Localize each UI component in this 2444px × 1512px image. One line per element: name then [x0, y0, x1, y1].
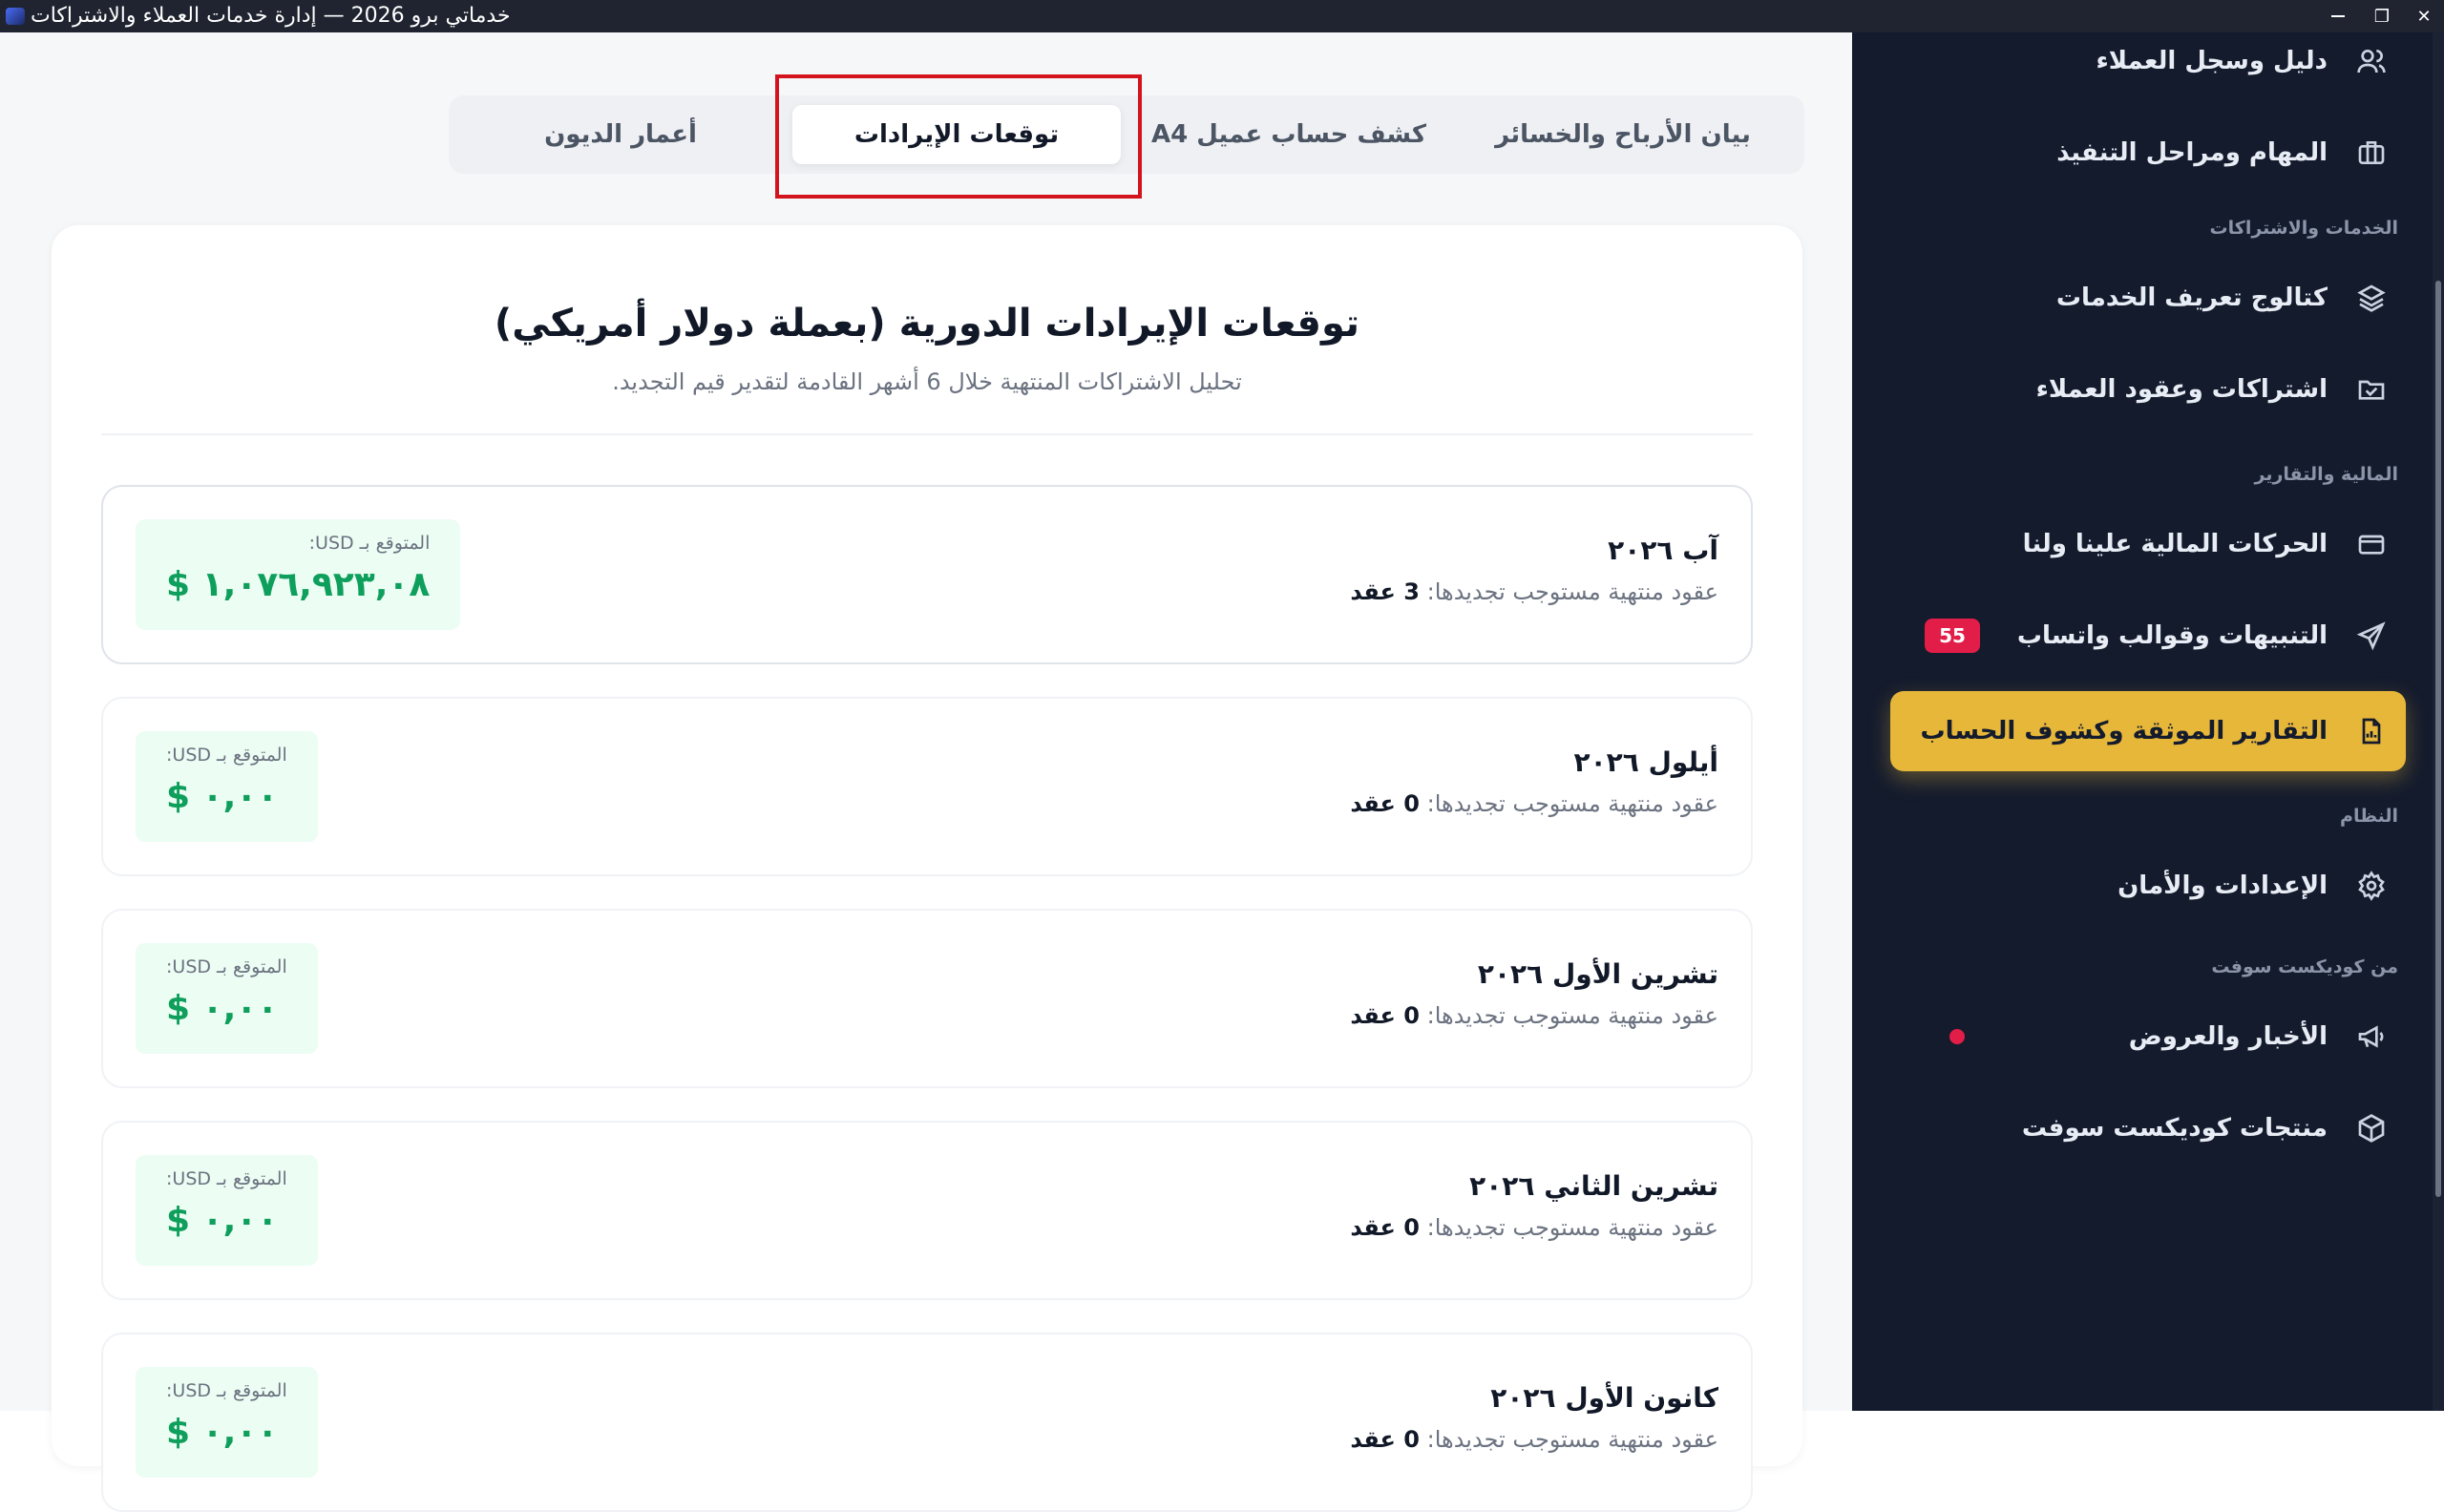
forecast-row: كانون الأول ٢٠٢٦ عقود منتهية مستوجب تجدي…	[101, 1333, 1753, 1512]
amount-value: $ ١,٠٧٦,٩٢٣,٠٨	[166, 565, 431, 604]
row-contracts: عقود منتهية مستوجب تجديدها: 3 عقد	[1350, 578, 1718, 605]
amount-label: المتوقع بـ USD:	[166, 745, 287, 766]
amount-box: المتوقع بـ USD: $ ٠,٠٠	[136, 731, 318, 842]
forecast-row: تشرين الثاني ٢٠٢٦ عقود منتهية مستوجب تجد…	[101, 1121, 1753, 1300]
sidebar-item-label: التنبيهات وقوالب واتساب	[2016, 621, 2328, 650]
gear-icon	[2354, 869, 2389, 903]
page-title: توقعات الإيرادات الدورية (بعملة دولار أم…	[494, 302, 1360, 346]
sidebar-item-label: اشتراكات وعقود العملاء	[2035, 375, 2328, 404]
contract-count: 0 عقد	[1350, 1426, 1420, 1453]
minimize-button[interactable]	[2316, 0, 2360, 32]
amount-value: $ ٠,٠٠	[166, 989, 279, 1028]
credit-card-icon	[2354, 527, 2389, 561]
send-icon	[2354, 619, 2389, 653]
report-tabs: بيان الأرباح والخسائر كشف حساب عميل A4 ت…	[449, 95, 1804, 174]
sidebar: دليل وسجل العملاء المهام ومراحل التنفيذ …	[1852, 32, 2444, 1411]
row-month: آب ٢٠٢٦	[1608, 535, 1718, 566]
restore-button[interactable]: ❐	[2360, 0, 2404, 32]
sidebar-item-label: الأخبار والعروض	[2128, 1022, 2328, 1051]
window-titlebar: خدماتي برو 2026 — إدارة خدمات العملاء وا…	[0, 0, 2444, 32]
amount-label: المتوقع بـ USD:	[166, 956, 287, 977]
close-button[interactable]: ✕	[2402, 0, 2444, 32]
section-label-finance: المالية والتقارير	[2254, 464, 2398, 485]
row-contracts: عقود منتهية مستوجب تجديدها: 0 عقد	[1350, 1002, 1718, 1029]
amount-value: $ ٠,٠٠	[166, 1413, 279, 1452]
row-month: أيلول ٢٠٢٦	[1573, 746, 1719, 778]
page-subtitle: تحليل الاشتراكات المنتهية خلال 6 أشهر ال…	[612, 368, 1242, 395]
sidebar-item-label: كتالوج تعريف الخدمات	[2055, 284, 2328, 312]
users-icon	[2354, 44, 2389, 78]
contract-count: 0 عقد	[1350, 1002, 1420, 1029]
sidebar-item-customers[interactable]: دليل وسجل العملاء	[1890, 32, 2406, 101]
sidebar-item-label: منتجات كوديكست سوفت	[2021, 1114, 2328, 1143]
tab-revenue-forecast[interactable]: توقعات الإيرادات	[792, 105, 1121, 164]
tab-profit-loss[interactable]: بيان الأرباح والخسائر	[1461, 105, 1785, 164]
megaphone-icon	[2354, 1019, 2389, 1054]
sidebar-item-products[interactable]: منتجات كوديكست سوفت	[1890, 1088, 2406, 1168]
tab-debt-aging[interactable]: أعمار الديون	[468, 105, 773, 164]
sidebar-item-subscriptions[interactable]: اشتراكات وعقود العملاء	[1890, 349, 2406, 430]
amount-box: المتوقع بـ USD: $ ٠,٠٠	[136, 1367, 318, 1478]
sidebar-item-label: دليل وسجل العملاء	[2096, 47, 2328, 75]
box-icon	[2354, 1111, 2389, 1145]
sidebar-item-label: المهام ومراحل التنفيذ	[2056, 138, 2328, 167]
sidebar-item-services-catalog[interactable]: كتالوج تعريف الخدمات	[1890, 258, 2406, 338]
sidebar-item-transactions[interactable]: الحركات المالية علينا ولنا	[1890, 504, 2406, 584]
row-contracts: عقود منتهية مستوجب تجديدها: 0 عقد	[1350, 1214, 1718, 1241]
sidebar-scrollbar[interactable]	[2433, 32, 2444, 1411]
amount-label: المتوقع بـ USD:	[166, 1168, 287, 1189]
main-content: بيان الأرباح والخسائر كشف حساب عميل A4 ت…	[0, 32, 1852, 1512]
sidebar-item-news[interactable]: الأخبار والعروض	[1890, 997, 2406, 1077]
forecast-row: آب ٢٠٢٦ عقود منتهية مستوجب تجديدها: 3 عق…	[101, 485, 1753, 664]
section-label-vendor: من كوديكست سوفت	[2211, 956, 2398, 977]
report-file-icon	[2354, 714, 2389, 748]
contract-count: 3 عقد	[1350, 578, 1420, 605]
row-month: تشرين الثاني ٢٠٢٦	[1469, 1170, 1718, 1202]
contract-count: 0 عقد	[1350, 790, 1420, 817]
amount-box: المتوقع بـ USD: $ ١,٠٧٦,٩٢٣,٠٨	[136, 519, 461, 630]
contract-count: 0 عقد	[1350, 1214, 1420, 1241]
forecast-row: أيلول ٢٠٢٦ عقود منتهية مستوجب تجديدها: 0…	[101, 697, 1753, 876]
divider	[101, 433, 1753, 435]
briefcase-icon	[2354, 136, 2389, 170]
app-logo-icon	[6, 8, 25, 25]
sidebar-item-reports[interactable]: التقارير الموثقة وكشوف الحساب	[1890, 691, 2406, 771]
amount-value: $ ٠,٠٠	[166, 777, 279, 816]
sidebar-item-label: الحركات المالية علينا ولنا	[2022, 530, 2328, 558]
sidebar-item-settings[interactable]: الإعدادات والأمان	[1890, 846, 2406, 926]
window-title: خدماتي برو 2026 — إدارة خدمات العملاء وا…	[31, 4, 511, 28]
amount-label: المتوقع بـ USD:	[308, 533, 431, 554]
folder-check-icon	[2354, 372, 2389, 407]
amount-label: المتوقع بـ USD:	[166, 1380, 287, 1401]
section-label-services: الخدمات والاشتراكات	[2209, 218, 2398, 239]
amount-box: المتوقع بـ USD: $ ٠,٠٠	[136, 943, 318, 1054]
row-month: تشرين الأول ٢٠٢٦	[1477, 958, 1718, 990]
forecast-row: تشرين الأول ٢٠٢٦ عقود منتهية مستوجب تجدي…	[101, 909, 1753, 1088]
unread-dot	[1949, 1029, 1965, 1044]
amount-value: $ ٠,٠٠	[166, 1201, 279, 1240]
row-month: كانون الأول ٢٠٢٦	[1490, 1382, 1718, 1414]
amount-box: المتوقع بـ USD: $ ٠,٠٠	[136, 1155, 318, 1266]
layers-icon	[2354, 281, 2389, 315]
sidebar-item-notifications[interactable]: التنبيهات وقوالب واتساب 55	[1890, 596, 2406, 676]
minimize-icon	[2331, 15, 2345, 17]
sidebar-item-label: التقارير الموثقة وكشوف الحساب	[1920, 717, 2328, 746]
row-contracts: عقود منتهية مستوجب تجديدها: 0 عقد	[1350, 790, 1718, 817]
sidebar-item-tasks[interactable]: المهام ومراحل التنفيذ	[1890, 113, 2406, 193]
row-contracts: عقود منتهية مستوجب تجديدها: 0 عقد	[1350, 1426, 1718, 1453]
tab-customer-statement[interactable]: كشف حساب عميل A4	[1136, 105, 1442, 164]
section-label-system: النظام	[2340, 806, 2398, 827]
notification-count-badge: 55	[1925, 619, 1980, 653]
sidebar-item-label: الإعدادات والأمان	[2117, 872, 2328, 900]
forecast-card: توقعات الإيرادات الدورية (بعملة دولار أم…	[52, 225, 1802, 1512]
sidebar-scrollbar-thumb[interactable]	[2435, 281, 2441, 1197]
